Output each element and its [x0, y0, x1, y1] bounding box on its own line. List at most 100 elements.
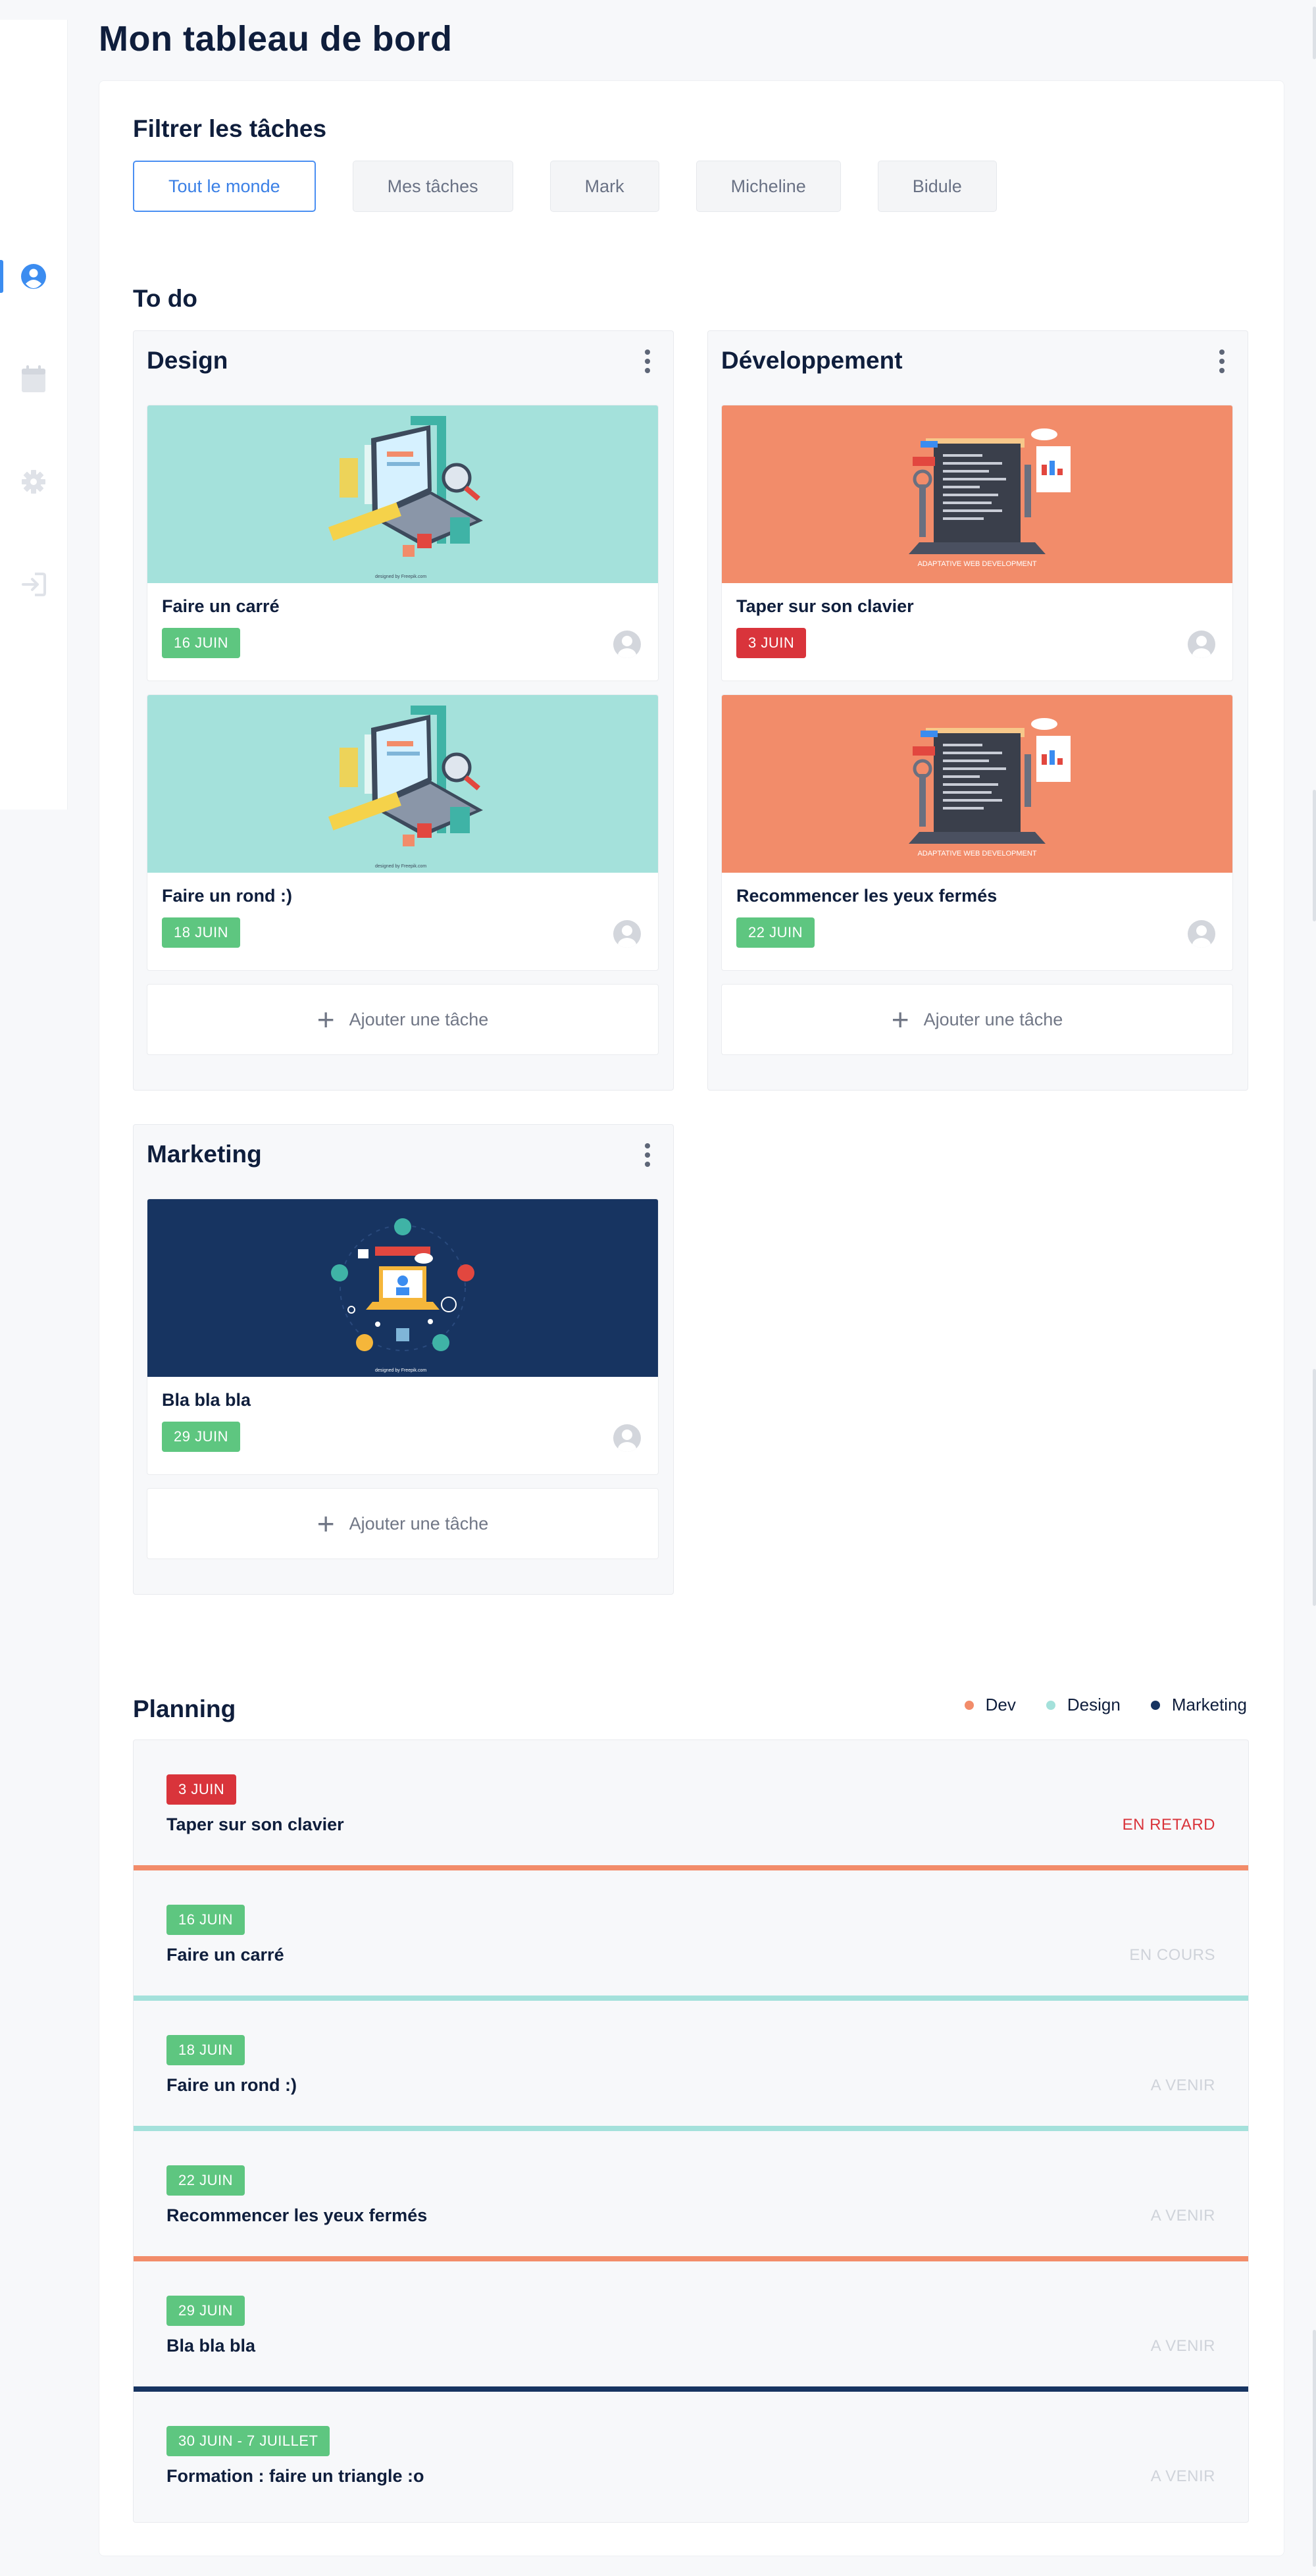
- date-badge: 16 JUIN: [162, 628, 240, 658]
- planning-list: 3 JUIN Taper sur son clavier EN RETARD 1…: [133, 1739, 1249, 2523]
- filter-bidule-button[interactable]: Bidule: [877, 161, 997, 212]
- legend-label: Design: [1067, 1695, 1121, 1714]
- column-title: Marketing: [147, 1141, 262, 1168]
- influencer-marketing-illustration: designed by Freepik.com: [147, 1199, 658, 1377]
- filter-micheline-button[interactable]: Micheline: [696, 161, 841, 212]
- legend-label: Dev: [985, 1695, 1016, 1714]
- status-label: EN COURS: [1129, 1946, 1215, 1964]
- planning-task-title: Taper sur son clavier: [166, 1815, 344, 1834]
- date-badge: 30 JUIN - 7 JUILLET: [166, 2426, 330, 2456]
- avatar[interactable]: [613, 1424, 641, 1452]
- legend-label: Marketing: [1171, 1695, 1247, 1714]
- date-badge: 18 JUIN: [166, 2035, 245, 2065]
- category-line: [134, 1996, 1248, 2001]
- plus-icon: +: [316, 1507, 335, 1541]
- avatar[interactable]: [1188, 631, 1215, 658]
- planning-row[interactable]: 18 JUIN Faire un rond :) A VENIR: [134, 2001, 1248, 2131]
- active-indicator: [0, 260, 3, 293]
- status-label: A VENIR: [1150, 2467, 1215, 2485]
- scrollbar-thumb[interactable]: [1313, 790, 1316, 921]
- planning-title: Planning: [133, 1695, 236, 1722]
- task-card[interactable]: designed by Freepik.com Bla bla bla 29 J…: [147, 1198, 659, 1475]
- filter-my-tasks-button[interactable]: Mes tâches: [352, 161, 513, 212]
- more-options-icon[interactable]: [644, 1143, 651, 1167]
- more-options-icon[interactable]: [644, 349, 651, 373]
- column-title: Développement: [721, 347, 903, 374]
- planning-row[interactable]: 30 JUIN - 7 JUILLET Formation : faire un…: [134, 2392, 1248, 2522]
- date-badge: 16 JUIN: [166, 1905, 245, 1935]
- calendar-icon: [22, 365, 45, 392]
- scrollbar[interactable]: [1312, 0, 1316, 2576]
- task-card[interactable]: designed by Freepik.com Faire un carré 1…: [147, 405, 659, 681]
- svg-text:designed by Freepik.com: designed by Freepik.com: [375, 1368, 426, 1373]
- user-experience-illustration: designed by Freepik.com: [147, 405, 658, 583]
- sidebar-item-profile[interactable]: [0, 257, 67, 296]
- task-card[interactable]: designed by Freepik.com Faire un rond :)…: [147, 694, 659, 971]
- svg-text:designed by Freepik.com: designed by Freepik.com: [375, 864, 426, 869]
- add-task-button[interactable]: + Ajouter une tâche: [147, 984, 659, 1055]
- date-badge: 18 JUIN: [162, 917, 240, 948]
- planning-row[interactable]: 29 JUIN Bla bla bla A VENIR: [134, 2261, 1248, 2392]
- planning-legend: Dev Design Marketing: [964, 1695, 1247, 1715]
- task-title: Recommencer les yeux fermés: [736, 886, 998, 906]
- date-badge: 3 JUIN: [736, 628, 807, 658]
- sidebar-item-settings[interactable]: [0, 462, 67, 502]
- planning-task-title: Formation : faire un triangle :o: [166, 2466, 424, 2486]
- scrollbar-thumb[interactable]: [1313, 7, 1316, 59]
- svg-text:designed by Freepik.com: designed by Freepik.com: [375, 575, 426, 579]
- date-badge: 29 JUIN: [166, 2296, 245, 2326]
- task-card[interactable]: ADAPTATIVE WEB DEVELOPMENT Recommencer l…: [721, 694, 1233, 971]
- sidebar-item-logout[interactable]: [0, 565, 67, 604]
- page-title: Mon tableau de bord: [99, 19, 453, 59]
- status-label: A VENIR: [1150, 2337, 1215, 2355]
- task-title: Taper sur son clavier: [736, 596, 914, 616]
- filter-mark-button[interactable]: Mark: [549, 161, 659, 212]
- planning-row[interactable]: 22 JUIN Recommencer les yeux fermés A VE…: [134, 2131, 1248, 2261]
- filter-title: Filtrer les tâches: [133, 115, 327, 142]
- illustration-caption: ADAPTATIVE WEB DEVELOPMENT: [917, 850, 1036, 858]
- planning-row[interactable]: 3 JUIN Taper sur son clavier EN RETARD: [134, 1740, 1248, 1870]
- add-task-button[interactable]: + Ajouter une tâche: [147, 1488, 659, 1559]
- category-line: [134, 2126, 1248, 2131]
- add-task-label: Ajouter une tâche: [349, 1009, 489, 1029]
- todo-title: To do: [133, 285, 197, 312]
- date-badge: 3 JUIN: [166, 1774, 237, 1805]
- legend-item-design: Design: [1046, 1695, 1121, 1715]
- avatar[interactable]: [613, 631, 641, 658]
- planning-task-title: Bla bla bla: [166, 2336, 256, 2356]
- status-label: A VENIR: [1150, 2076, 1215, 2094]
- task-title: Faire un carré: [162, 596, 280, 616]
- status-label: A VENIR: [1150, 2207, 1215, 2225]
- planning-task-title: Recommencer les yeux fermés: [166, 2205, 428, 2225]
- column-marketing: Marketing designed by Freepik.com Bla bl…: [133, 1124, 674, 1595]
- planning-task-title: Faire un carré: [166, 1945, 284, 1965]
- filter-everyone-button[interactable]: Tout le monde: [133, 161, 316, 212]
- category-line: [134, 2386, 1248, 2392]
- adaptative-web-development-illustration: ADAPTATIVE WEB DEVELOPMENT: [722, 695, 1232, 873]
- adaptative-web-development-illustration: ADAPTATIVE WEB DEVELOPMENT: [722, 405, 1232, 583]
- gear-icon: [22, 470, 45, 494]
- scrollbar-thumb[interactable]: [1313, 1369, 1316, 1606]
- date-badge: 29 JUIN: [162, 1422, 240, 1452]
- category-line: [134, 1865, 1248, 1870]
- legend-dot: [1046, 1700, 1055, 1710]
- column-design: Design designed by Freepik.com Faire un …: [133, 330, 674, 1091]
- more-options-icon[interactable]: [1219, 349, 1225, 373]
- plus-icon: +: [891, 1002, 909, 1037]
- column-title: Design: [147, 347, 228, 374]
- sidebar-item-calendar[interactable]: [0, 359, 67, 399]
- legend-dot: [964, 1700, 974, 1710]
- legend-dot: [1150, 1700, 1160, 1710]
- planning-row[interactable]: 16 JUIN Faire un carré EN COURS: [134, 1870, 1248, 2001]
- avatar[interactable]: [1188, 920, 1215, 948]
- planning-task-title: Faire un rond :): [166, 2075, 297, 2095]
- legend-item-dev: Dev: [964, 1695, 1016, 1715]
- add-task-button[interactable]: + Ajouter une tâche: [721, 984, 1233, 1055]
- illustration-caption: ADAPTATIVE WEB DEVELOPMENT: [917, 560, 1036, 568]
- avatar[interactable]: [613, 920, 641, 948]
- add-task-label: Ajouter une tâche: [349, 1513, 489, 1533]
- user-icon: [21, 264, 46, 289]
- date-badge: 22 JUIN: [736, 917, 815, 948]
- scrollbar-thumb[interactable]: [1313, 2330, 1316, 2567]
- task-card[interactable]: ADAPTATIVE WEB DEVELOPMENT Taper sur son…: [721, 405, 1233, 681]
